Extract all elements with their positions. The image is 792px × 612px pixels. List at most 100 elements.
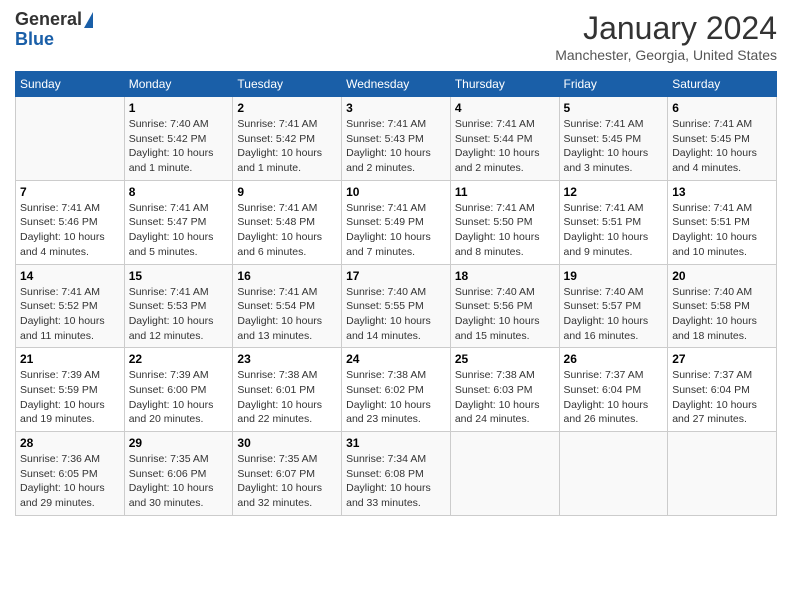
calendar-cell — [559, 432, 668, 516]
day-number: 20 — [672, 269, 772, 283]
day-number: 19 — [564, 269, 664, 283]
logo: General Blue — [15, 10, 93, 50]
day-info: Sunrise: 7:35 AMSunset: 6:07 PMDaylight:… — [237, 452, 337, 511]
calendar-day-header: Thursday — [450, 72, 559, 97]
day-number: 18 — [455, 269, 555, 283]
day-number: 26 — [564, 352, 664, 366]
day-number: 23 — [237, 352, 337, 366]
day-info: Sunrise: 7:41 AMSunset: 5:54 PMDaylight:… — [237, 285, 337, 344]
day-number: 31 — [346, 436, 446, 450]
month-title: January 2024 — [555, 10, 777, 47]
calendar-cell: 24 Sunrise: 7:38 AMSunset: 6:02 PMDayligh… — [342, 348, 451, 432]
day-info: Sunrise: 7:39 AMSunset: 5:59 PMDaylight:… — [20, 368, 120, 427]
day-number: 9 — [237, 185, 337, 199]
calendar-week-row: 14Sunrise: 7:41 AMSunset: 5:52 PMDayligh… — [16, 264, 777, 348]
day-number: 13 — [672, 185, 772, 199]
day-info: Sunrise: 7:41 AMSunset: 5:48 PMDaylight:… — [237, 201, 337, 260]
calendar-cell: 31 Sunrise: 7:34 AMSunset: 6:08 PMDayligh… — [342, 432, 451, 516]
day-number: 15 — [129, 269, 229, 283]
day-number: 16 — [237, 269, 337, 283]
calendar-week-row: 1 Sunrise: 7:40 AMSunset: 5:42 PMDaylight… — [16, 97, 777, 181]
day-number: 1 — [129, 101, 229, 115]
day-info: Sunrise: 7:41 AMSunset: 5:53 PMDaylight:… — [129, 285, 229, 344]
calendar-cell: 29 Sunrise: 7:35 AMSunset: 6:06 PMDayligh… — [124, 432, 233, 516]
calendar-cell: 12 Sunrise: 7:41 AMSunset: 5:51 PMDayligh… — [559, 180, 668, 264]
calendar-cell: 4Sunrise: 7:41 AMSunset: 5:44 PMDaylight… — [450, 97, 559, 181]
calendar-cell: 22 Sunrise: 7:39 AMSunset: 6:00 PMDayligh… — [124, 348, 233, 432]
day-number: 2 — [237, 101, 337, 115]
day-info: Sunrise: 7:41 AMSunset: 5:51 PMDaylight:… — [564, 201, 664, 260]
day-number: 6 — [672, 101, 772, 115]
day-number: 12 — [564, 185, 664, 199]
day-number: 24 — [346, 352, 446, 366]
calendar-week-row: 28Sunrise: 7:36 AMSunset: 6:05 PMDayligh… — [16, 432, 777, 516]
calendar-cell: 15 Sunrise: 7:41 AMSunset: 5:53 PMDayligh… — [124, 264, 233, 348]
day-number: 30 — [237, 436, 337, 450]
day-info: Sunrise: 7:39 AMSunset: 6:00 PMDaylight:… — [129, 368, 229, 427]
calendar-cell: 25 Sunrise: 7:38 AMSunset: 6:03 PMDayligh… — [450, 348, 559, 432]
calendar-cell: 17 Sunrise: 7:40 AMSunset: 5:55 PMDayligh… — [342, 264, 451, 348]
calendar-cell: 7 Sunrise: 7:41 AMSunset: 5:46 PMDaylight… — [16, 180, 125, 264]
calendar-week-row: 21 Sunrise: 7:39 AMSunset: 5:59 PMDayligh… — [16, 348, 777, 432]
calendar-cell: 21 Sunrise: 7:39 AMSunset: 5:59 PMDayligh… — [16, 348, 125, 432]
day-info: Sunrise: 7:41 AMSunset: 5:42 PMDaylight:… — [237, 117, 337, 176]
day-info: Sunrise: 7:41 AMSunset: 5:51 PMDaylight:… — [672, 201, 772, 260]
calendar-cell — [668, 432, 777, 516]
day-info: Sunrise: 7:41 AMSunset: 5:45 PMDaylight:… — [564, 117, 664, 176]
calendar-day-header: Wednesday — [342, 72, 451, 97]
day-number: 22 — [129, 352, 229, 366]
calendar-cell — [16, 97, 125, 181]
calendar-cell: 2 Sunrise: 7:41 AMSunset: 5:42 PMDaylight… — [233, 97, 342, 181]
day-info: Sunrise: 7:41 AMSunset: 5:46 PMDaylight:… — [20, 201, 120, 260]
day-info: Sunrise: 7:41 AMSunset: 5:49 PMDaylight:… — [346, 201, 446, 260]
day-number: 8 — [129, 185, 229, 199]
day-number: 7 — [20, 185, 120, 199]
day-number: 10 — [346, 185, 446, 199]
day-info: Sunrise: 7:40 AMSunset: 5:57 PMDaylight:… — [564, 285, 664, 344]
day-info: Sunrise: 7:40 AMSunset: 5:42 PMDaylight:… — [129, 117, 229, 176]
logo-text-blue: Blue — [15, 30, 54, 50]
calendar-cell: 23 Sunrise: 7:38 AMSunset: 6:01 PMDayligh… — [233, 348, 342, 432]
day-number: 5 — [564, 101, 664, 115]
day-info: Sunrise: 7:38 AMSunset: 6:01 PMDaylight:… — [237, 368, 337, 427]
calendar-cell: 11 Sunrise: 7:41 AMSunset: 5:50 PMDayligh… — [450, 180, 559, 264]
day-number: 25 — [455, 352, 555, 366]
calendar-cell: 13 Sunrise: 7:41 AMSunset: 5:51 PMDayligh… — [668, 180, 777, 264]
day-number: 3 — [346, 101, 446, 115]
title-section: January 2024 Manchester, Georgia, United… — [555, 10, 777, 63]
day-number: 29 — [129, 436, 229, 450]
calendar-cell: 27 Sunrise: 7:37 AMSunset: 6:04 PMDayligh… — [668, 348, 777, 432]
calendar-cell: 18 Sunrise: 7:40 AMSunset: 5:56 PMDayligh… — [450, 264, 559, 348]
day-number: 17 — [346, 269, 446, 283]
calendar-cell: 5 Sunrise: 7:41 AMSunset: 5:45 PMDaylight… — [559, 97, 668, 181]
calendar-day-header: Tuesday — [233, 72, 342, 97]
calendar-day-header: Saturday — [668, 72, 777, 97]
calendar-day-header: Friday — [559, 72, 668, 97]
calendar-cell: 30 Sunrise: 7:35 AMSunset: 6:07 PMDayligh… — [233, 432, 342, 516]
calendar-cell: 1 Sunrise: 7:40 AMSunset: 5:42 PMDaylight… — [124, 97, 233, 181]
calendar-cell: 6Sunrise: 7:41 AMSunset: 5:45 PMDaylight… — [668, 97, 777, 181]
day-info: Sunrise: 7:38 AMSunset: 6:02 PMDaylight:… — [346, 368, 446, 427]
calendar-cell: 16 Sunrise: 7:41 AMSunset: 5:54 PMDayligh… — [233, 264, 342, 348]
calendar-cell: 10 Sunrise: 7:41 AMSunset: 5:49 PMDayligh… — [342, 180, 451, 264]
day-info: Sunrise: 7:38 AMSunset: 6:03 PMDaylight:… — [455, 368, 555, 427]
day-info: Sunrise: 7:40 AMSunset: 5:55 PMDaylight:… — [346, 285, 446, 344]
day-info: Sunrise: 7:40 AMSunset: 5:58 PMDaylight:… — [672, 285, 772, 344]
calendar-table: SundayMondayTuesdayWednesdayThursdayFrid… — [15, 71, 777, 516]
calendar-day-header: Monday — [124, 72, 233, 97]
day-info: Sunrise: 7:36 AMSunset: 6:05 PMDaylight:… — [20, 452, 120, 511]
day-info: Sunrise: 7:40 AMSunset: 5:56 PMDaylight:… — [455, 285, 555, 344]
day-number: 11 — [455, 185, 555, 199]
day-info: Sunrise: 7:41 AMSunset: 5:50 PMDaylight:… — [455, 201, 555, 260]
calendar-cell: 3Sunrise: 7:41 AMSunset: 5:43 PMDaylight… — [342, 97, 451, 181]
logo-text: General — [15, 10, 93, 30]
day-number: 14 — [20, 269, 120, 283]
day-info: Sunrise: 7:41 AMSunset: 5:47 PMDaylight:… — [129, 201, 229, 260]
day-info: Sunrise: 7:37 AMSunset: 6:04 PMDaylight:… — [672, 368, 772, 427]
calendar-cell: 26Sunrise: 7:37 AMSunset: 6:04 PMDayligh… — [559, 348, 668, 432]
day-number: 21 — [20, 352, 120, 366]
day-info: Sunrise: 7:34 AMSunset: 6:08 PMDaylight:… — [346, 452, 446, 511]
day-info: Sunrise: 7:35 AMSunset: 6:06 PMDaylight:… — [129, 452, 229, 511]
day-number: 27 — [672, 352, 772, 366]
calendar-cell: 20 Sunrise: 7:40 AMSunset: 5:58 PMDayligh… — [668, 264, 777, 348]
